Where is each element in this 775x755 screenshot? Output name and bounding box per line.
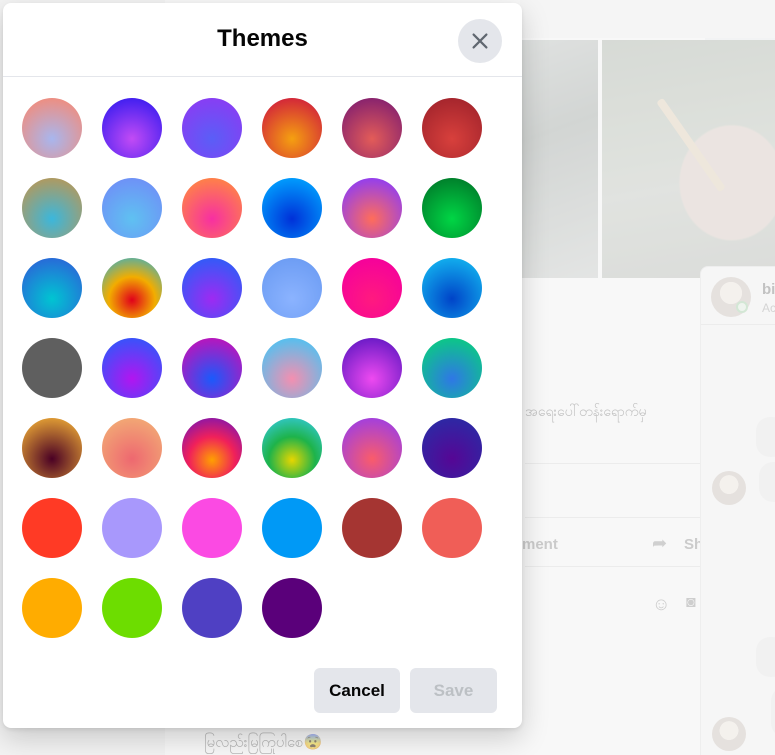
theme-swatch[interactable]: [182, 418, 242, 478]
theme-swatch[interactable]: [262, 578, 322, 638]
theme-swatch[interactable]: [422, 498, 482, 558]
theme-swatch[interactable]: [262, 98, 322, 158]
theme-swatch[interactable]: [422, 418, 482, 478]
save-button: Save: [410, 668, 497, 713]
theme-swatch[interactable]: [342, 338, 402, 398]
theme-swatch[interactable]: [102, 338, 162, 398]
theme-swatch[interactable]: [342, 418, 402, 478]
dialog-header: Themes: [3, 3, 522, 77]
themes-dialog: Themes Cancel Save: [3, 3, 522, 728]
theme-swatch[interactable]: [262, 338, 322, 398]
theme-swatch[interactable]: [22, 178, 82, 238]
theme-swatch[interactable]: [422, 338, 482, 398]
theme-swatch[interactable]: [342, 498, 402, 558]
theme-swatch[interactable]: [22, 258, 82, 318]
theme-swatch[interactable]: [22, 338, 82, 398]
theme-swatch[interactable]: [22, 578, 82, 638]
theme-swatch[interactable]: [22, 498, 82, 558]
theme-swatch[interactable]: [102, 418, 162, 478]
theme-swatch[interactable]: [422, 258, 482, 318]
theme-swatch[interactable]: [262, 418, 322, 478]
theme-swatch[interactable]: [182, 178, 242, 238]
theme-swatch[interactable]: [262, 498, 322, 558]
theme-swatch[interactable]: [182, 338, 242, 398]
close-button[interactable]: [458, 19, 502, 63]
theme-swatch[interactable]: [182, 498, 242, 558]
theme-swatch[interactable]: [182, 578, 242, 638]
theme-swatch[interactable]: [422, 98, 482, 158]
theme-swatch[interactable]: [102, 178, 162, 238]
theme-swatch[interactable]: [262, 258, 322, 318]
theme-swatch[interactable]: [342, 178, 402, 238]
theme-swatch[interactable]: [262, 178, 322, 238]
theme-swatch[interactable]: [102, 578, 162, 638]
cancel-button[interactable]: Cancel: [314, 668, 400, 713]
theme-swatch[interactable]: [342, 258, 402, 318]
close-icon: [472, 33, 488, 49]
theme-swatch[interactable]: [182, 98, 242, 158]
theme-swatch[interactable]: [22, 418, 82, 478]
theme-swatch[interactable]: [182, 258, 242, 318]
dialog-title: Themes: [217, 25, 308, 52]
theme-swatch[interactable]: [422, 178, 482, 238]
theme-swatch[interactable]: [22, 98, 82, 158]
theme-swatch[interactable]: [102, 498, 162, 558]
theme-swatch[interactable]: [342, 98, 402, 158]
theme-swatch[interactable]: [102, 258, 162, 318]
theme-swatch[interactable]: [102, 98, 162, 158]
